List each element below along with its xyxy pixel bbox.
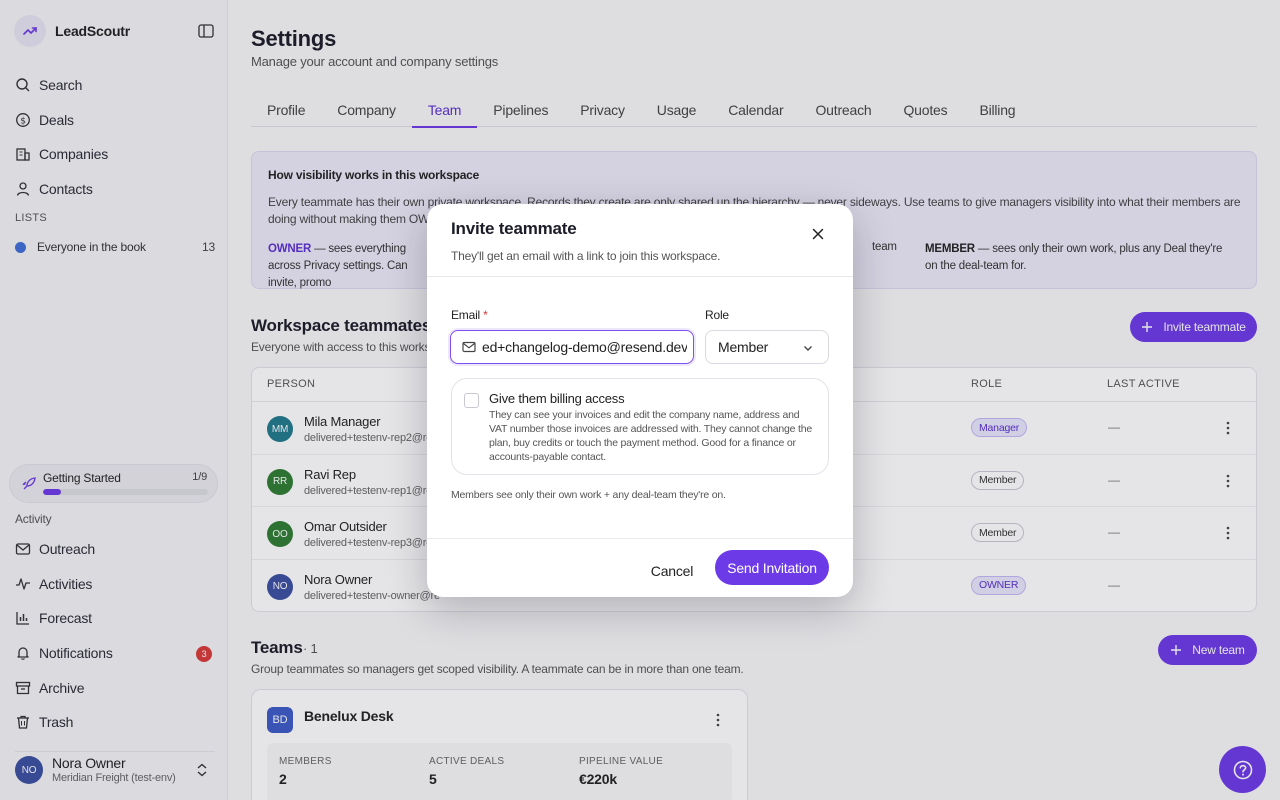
chevron-down-icon [804, 346, 812, 351]
divider [427, 538, 853, 539]
billing-access-checkbox[interactable] [464, 393, 479, 408]
email-value: ed+changelog-demo@resend.dev [482, 339, 687, 355]
billing-title: Give them billing access [489, 391, 625, 406]
invite-teammate-dialog: Invite teammate They'll get an email wit… [427, 204, 853, 597]
email-label-text: Email [451, 308, 481, 322]
billing-description: They can see your invoices and edit the … [489, 409, 812, 463]
email-label: Email * [451, 308, 488, 322]
dialog-subtitle: They'll get an email with a link to join… [451, 249, 721, 263]
divider [427, 276, 853, 277]
send-invitation-button[interactable]: Send Invitation [715, 550, 829, 585]
required-mark: * [483, 308, 488, 322]
billing-access-option[interactable]: Give them billing access They can see yo… [451, 378, 829, 475]
role-select[interactable]: Member [705, 330, 829, 364]
role-label: Role [705, 308, 729, 322]
members-note: Members see only their own work + any de… [451, 489, 726, 501]
mail-icon [462, 341, 476, 353]
close-icon[interactable] [810, 226, 826, 242]
dialog-title: Invite teammate [451, 219, 577, 238]
email-field[interactable]: ed+changelog-demo@resend.dev [450, 330, 694, 364]
role-value: Member [718, 339, 769, 355]
cancel-button[interactable]: Cancel [639, 554, 705, 588]
